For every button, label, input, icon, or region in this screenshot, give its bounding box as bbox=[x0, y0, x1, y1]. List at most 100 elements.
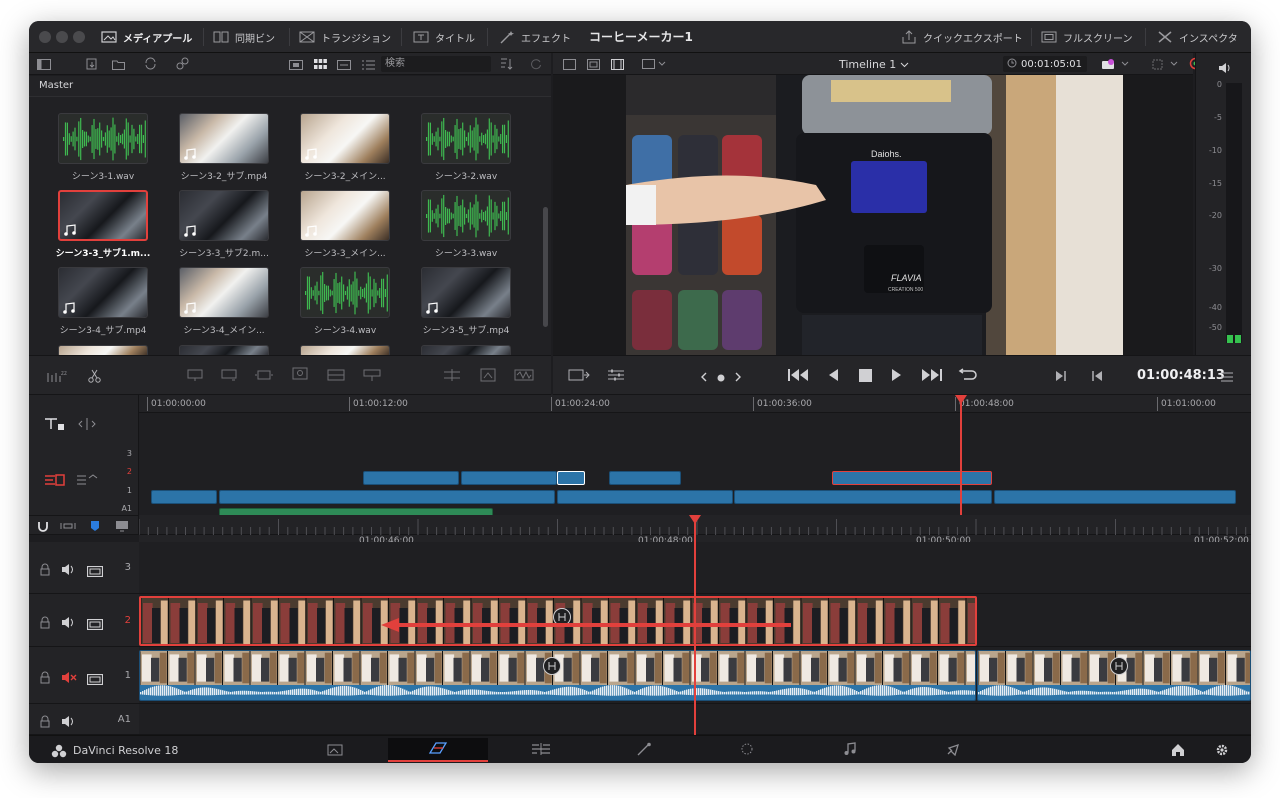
linked-selection-button[interactable] bbox=[59, 519, 77, 533]
auto-sync-tool[interactable] bbox=[75, 473, 99, 491]
fullscreen-button[interactable]: フルスクリーン bbox=[1041, 21, 1133, 53]
close-window-button[interactable] bbox=[39, 31, 51, 43]
page-tab-fairlight-page[interactable] bbox=[800, 738, 900, 762]
track-lock-tool[interactable] bbox=[43, 417, 67, 433]
filmstrip-view-button[interactable] bbox=[287, 56, 305, 72]
smart-insert-button[interactable] bbox=[185, 368, 207, 384]
place-on-top-button[interactable] bbox=[325, 368, 347, 384]
append-button[interactable] bbox=[219, 368, 241, 384]
scissors-icon[interactable] bbox=[85, 368, 103, 384]
stop-button[interactable] bbox=[855, 366, 875, 386]
video-clip[interactable] bbox=[994, 490, 1236, 504]
thumbnail-view-button[interactable] bbox=[311, 56, 329, 72]
video-clip[interactable] bbox=[734, 490, 992, 504]
trim-settings-button[interactable] bbox=[605, 368, 627, 384]
viewer-mode-button[interactable] bbox=[561, 56, 577, 72]
video-clip[interactable] bbox=[151, 490, 217, 504]
clip-audio-button[interactable] bbox=[1099, 56, 1133, 72]
viewer-menu-button[interactable] bbox=[1219, 368, 1235, 384]
close-up-button[interactable] bbox=[289, 366, 311, 386]
sleep-icon[interactable]: zz bbox=[45, 368, 69, 384]
marker-button[interactable] bbox=[87, 519, 103, 533]
video-clip[interactable] bbox=[832, 471, 992, 485]
metadata-view-button[interactable] bbox=[335, 56, 353, 72]
media-pool-scrollbar[interactable] bbox=[543, 207, 548, 327]
play-button[interactable] bbox=[887, 366, 907, 386]
media-clip-thumbnail[interactable] bbox=[179, 190, 269, 241]
video-clip[interactable] bbox=[219, 490, 555, 504]
clip-v2-selected[interactable] bbox=[139, 596, 977, 646]
titles-button[interactable]: タイトル bbox=[413, 21, 475, 53]
next-edit-button[interactable] bbox=[731, 368, 745, 384]
mark-out-button[interactable] bbox=[1089, 368, 1105, 384]
video-clip[interactable] bbox=[609, 471, 681, 485]
playhead-dot[interactable] bbox=[715, 368, 727, 384]
new-bin-button[interactable] bbox=[109, 56, 127, 72]
snapping-button[interactable] bbox=[35, 519, 51, 533]
transitions-button[interactable]: トランジション bbox=[299, 21, 391, 53]
page-tab-media-page[interactable] bbox=[285, 738, 385, 762]
fx-badge[interactable] bbox=[543, 657, 561, 675]
quick-export-button[interactable]: クイックエクスポート bbox=[901, 21, 1023, 53]
video-clip[interactable] bbox=[461, 471, 557, 485]
media-clip-thumbnail[interactable] bbox=[421, 113, 511, 164]
page-tab-deliver-page[interactable] bbox=[903, 738, 1003, 762]
media-clip-thumbnail[interactable] bbox=[421, 190, 511, 241]
speaker-icon[interactable] bbox=[1218, 59, 1232, 78]
lock-icon[interactable] bbox=[39, 561, 51, 580]
speaker-icon[interactable] bbox=[61, 561, 77, 580]
previous-edit-button[interactable] bbox=[697, 368, 711, 384]
upper-ruler[interactable]: 01:00:00:00 01:00:12:00 01:00:24:00 01:00:3… bbox=[139, 395, 1251, 413]
media-clip-thumbnail[interactable] bbox=[58, 190, 148, 241]
speaker-icon[interactable] bbox=[61, 614, 77, 633]
media-clip-thumbnail[interactable] bbox=[58, 267, 148, 318]
film-button[interactable] bbox=[609, 56, 625, 72]
media-clip-thumbnail[interactable] bbox=[300, 190, 390, 241]
sync-button[interactable] bbox=[141, 56, 159, 72]
ripple-overwrite-button[interactable] bbox=[253, 368, 275, 384]
loop-button[interactable] bbox=[955, 366, 979, 386]
page-tab-color-page[interactable] bbox=[697, 738, 797, 762]
import-media-button[interactable] bbox=[83, 56, 101, 72]
monitor-track-icon[interactable] bbox=[86, 562, 104, 581]
monitor-track-icon[interactable] bbox=[86, 615, 104, 634]
flag-button[interactable] bbox=[113, 519, 131, 533]
page-tab-edit-page[interactable] bbox=[491, 738, 591, 762]
relink-button[interactable] bbox=[173, 56, 191, 72]
slip-tool[interactable] bbox=[75, 417, 99, 433]
media-clip-thumbnail[interactable] bbox=[179, 267, 269, 318]
media-clip-thumbnail[interactable] bbox=[179, 113, 269, 164]
page-tab-fusion-page[interactable] bbox=[594, 738, 694, 762]
go-to-end-button[interactable] bbox=[919, 366, 943, 386]
media-clip-thumbnail[interactable] bbox=[300, 267, 390, 318]
upper-timeline[interactable]: 01:00:00:00 01:00:12:00 01:00:24:00 01:00:3… bbox=[139, 395, 1251, 522]
fx-badge[interactable] bbox=[1110, 657, 1128, 675]
media-clip-thumbnail[interactable] bbox=[300, 113, 390, 164]
media-clip-thumbnail[interactable] bbox=[421, 267, 511, 318]
lock-icon[interactable] bbox=[39, 713, 51, 732]
settings-gear-icon[interactable] bbox=[1215, 742, 1229, 761]
transform-dropdown[interactable] bbox=[1149, 56, 1183, 72]
media-pool-button[interactable]: メディアプール bbox=[101, 21, 192, 53]
monitor-track-icon[interactable] bbox=[86, 670, 104, 689]
home-icon[interactable] bbox=[1171, 742, 1185, 761]
search-input[interactable]: 検索 bbox=[381, 56, 491, 72]
clip-v1-main[interactable] bbox=[139, 650, 976, 701]
lock-icon[interactable] bbox=[39, 614, 51, 633]
viewer-frame[interactable]: Daiohs. FLAVIA CREATION 500 bbox=[626, 75, 1123, 355]
media-clip-thumbnail[interactable] bbox=[58, 113, 148, 164]
lower-playhead[interactable] bbox=[694, 515, 696, 735]
viewer-options-dropdown[interactable] bbox=[639, 56, 669, 72]
timeline-selector[interactable]: Timeline 1 bbox=[839, 56, 909, 72]
upper-playhead[interactable] bbox=[960, 395, 962, 515]
video-clip[interactable] bbox=[363, 471, 459, 485]
audio-sync-tool[interactable] bbox=[43, 473, 67, 491]
speaker-muted-icon[interactable] bbox=[61, 669, 77, 688]
lock-icon[interactable] bbox=[39, 669, 51, 688]
mark-in-button[interactable] bbox=[1053, 368, 1069, 384]
source-tape-button[interactable] bbox=[567, 368, 591, 384]
inspector-button[interactable]: インスペクタ bbox=[1157, 21, 1238, 53]
play-reverse-button[interactable] bbox=[823, 366, 843, 386]
video-clip[interactable] bbox=[557, 490, 733, 504]
split-clip-button[interactable] bbox=[441, 368, 463, 384]
